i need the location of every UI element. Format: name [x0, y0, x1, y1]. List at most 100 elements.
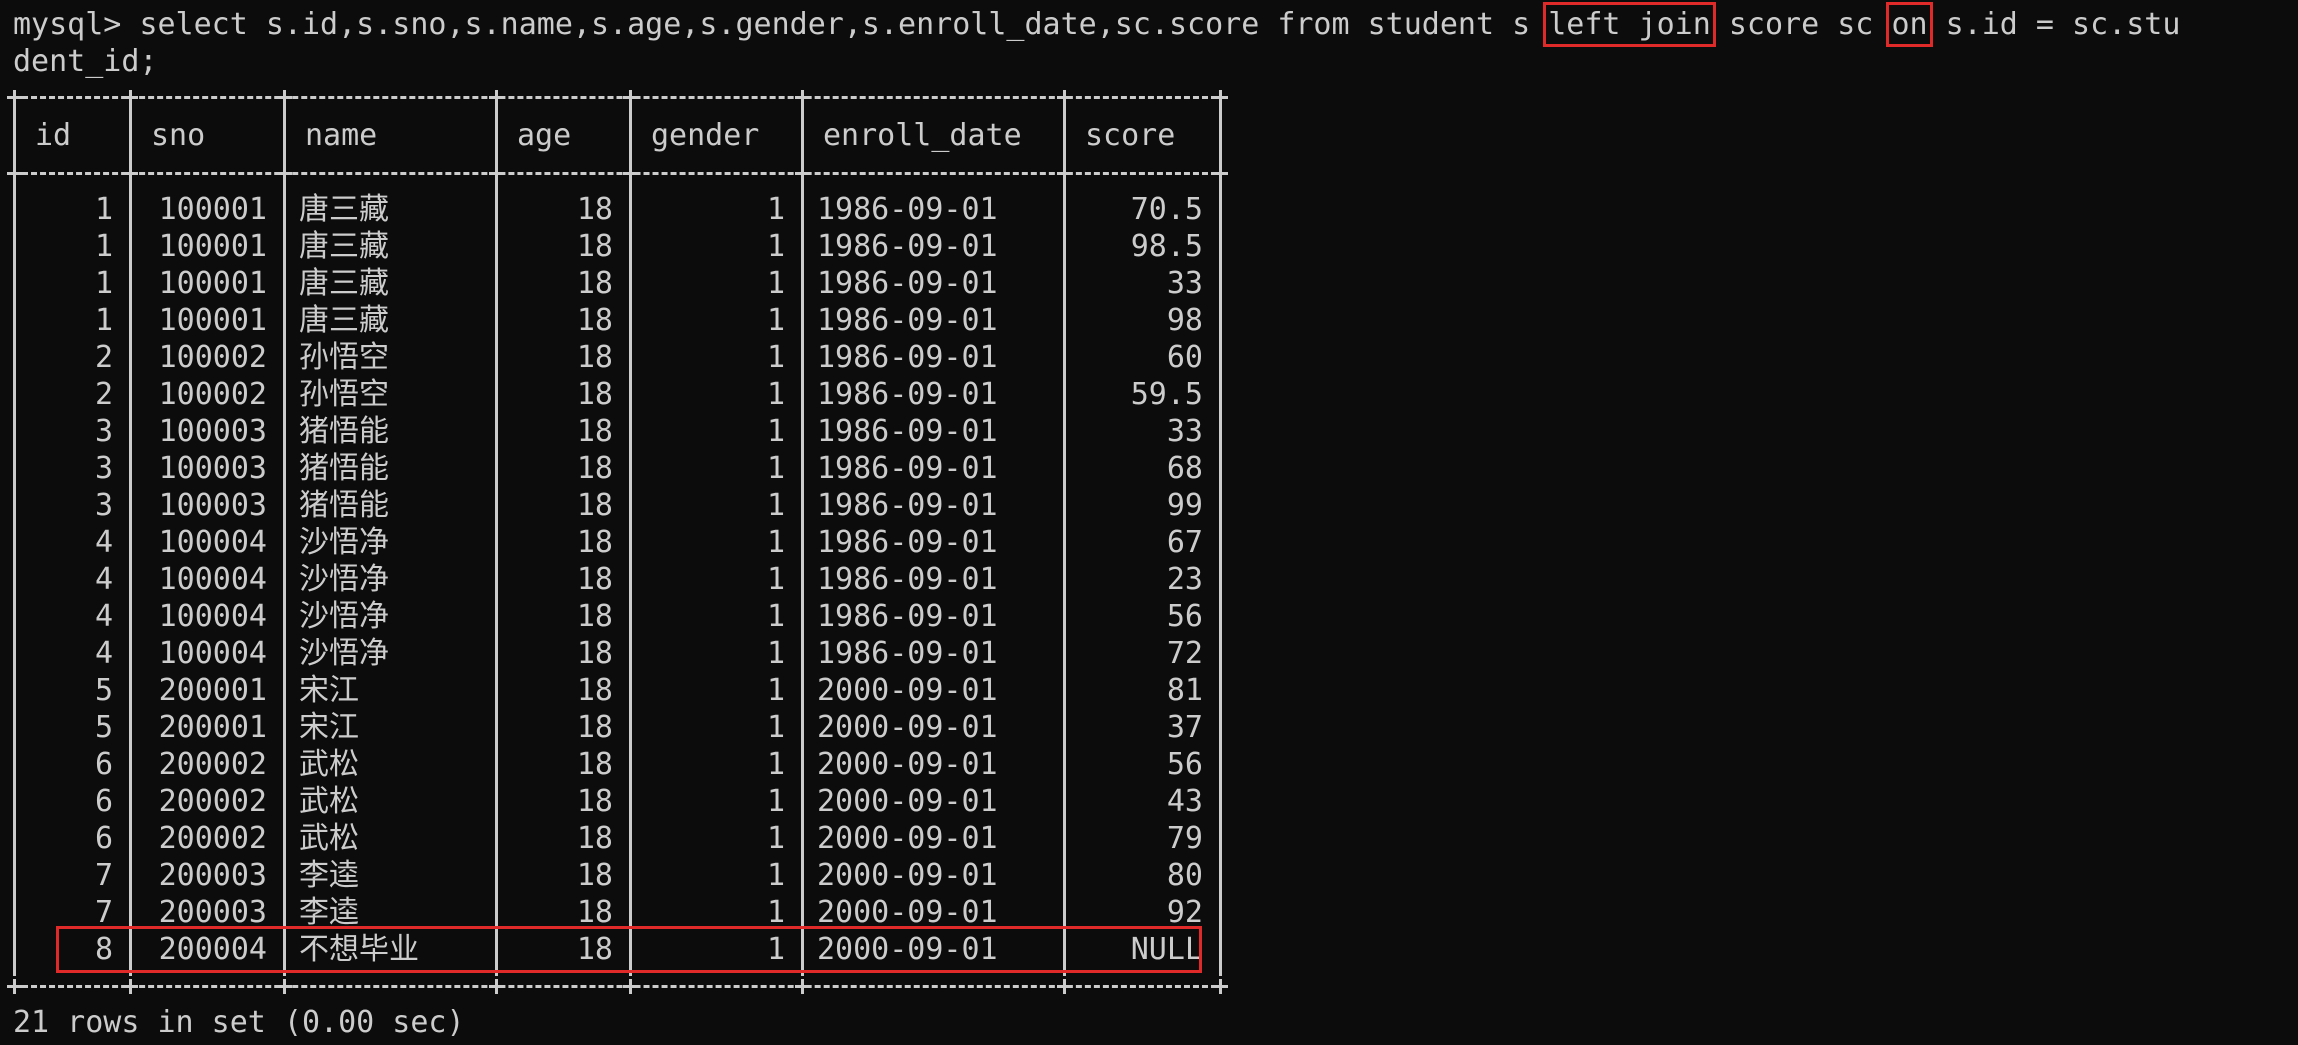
table-cell-score: 98.5	[1130, 229, 1203, 264]
table-cell-age: 18	[576, 488, 613, 523]
table-cell-gender: 1	[766, 229, 785, 264]
column-header-age: age	[517, 118, 572, 153]
table-column-separator	[495, 105, 498, 976]
table-border-joint	[7, 90, 22, 105]
result-summary: 21 rows in set (0.00 sec)	[13, 1005, 465, 1040]
table-cell-gender: 1	[766, 340, 785, 375]
table-cell-score: 33	[1166, 266, 1203, 301]
table-cell-enroll-date: 2000-09-01	[817, 747, 998, 782]
table-cell-age: 18	[576, 340, 613, 375]
table-cell-score: 33	[1166, 414, 1203, 449]
table-cell-score: 56	[1166, 747, 1203, 782]
table-cell-name: 唐三藏	[299, 266, 389, 301]
table-column-separator	[1219, 105, 1222, 976]
table-cell-sno: 100004	[158, 562, 267, 597]
table-cell-enroll-date: 1986-09-01	[817, 377, 998, 412]
on-keyword-highlight: on	[1886, 2, 1933, 47]
table-cell-score: 59.5	[1130, 377, 1203, 412]
table-cell-name: 孙悟空	[299, 377, 389, 412]
table-cell-score: 37	[1166, 710, 1203, 745]
table-cell-id: 6	[94, 784, 113, 819]
command-line: mysql> select s.id,s.sno,s.name,s.age,s.…	[13, 2, 2181, 47]
table-cell-score: 99	[1166, 488, 1203, 523]
table-cell-age: 18	[576, 599, 613, 634]
table-cell-enroll-date: 1986-09-01	[817, 303, 998, 338]
table-cell-name: 孙悟空	[299, 340, 389, 375]
table-cell-id: 4	[94, 599, 113, 634]
column-header-score: score	[1085, 118, 1176, 153]
table-cell-id: 3	[94, 414, 113, 449]
table-cell-gender: 1	[766, 377, 785, 412]
table-cell-age: 18	[576, 636, 613, 671]
table-cell-age: 18	[576, 303, 613, 338]
terminal-window[interactable]: mysql> select s.id,s.sno,s.name,s.age,s.…	[0, 0, 2298, 1045]
table-cell-enroll-date: 1986-09-01	[817, 562, 998, 597]
table-cell-age: 18	[576, 858, 613, 893]
table-column-separator	[13, 105, 16, 976]
table-border-joint	[7, 979, 22, 994]
table-cell-sno: 100001	[158, 303, 267, 338]
table-border-joint	[1057, 979, 1072, 994]
table-cell-id: 1	[94, 303, 113, 338]
table-cell-name: 猪悟能	[299, 451, 389, 486]
table-cell-age: 18	[576, 525, 613, 560]
table-cell-score: 56	[1166, 599, 1203, 634]
command-line-wrap: dent_id;	[13, 44, 158, 79]
table-cell-sno: 100001	[158, 266, 267, 301]
table-cell-name: 沙悟净	[299, 599, 389, 634]
table-cell-name: 宋江	[299, 673, 359, 708]
table-cell-sno: 100003	[158, 414, 267, 449]
table-cell-sno: 100004	[158, 599, 267, 634]
table-border-joint	[795, 979, 810, 994]
table-cell-gender: 1	[766, 414, 785, 449]
table-cell-score: 81	[1166, 673, 1203, 708]
table-cell-score: 67	[1166, 525, 1203, 560]
table-cell-age: 18	[576, 673, 613, 708]
table-cell-gender: 1	[766, 562, 785, 597]
table-cell-score: 23	[1166, 562, 1203, 597]
table-cell-sno: 100003	[158, 488, 267, 523]
table-cell-sno: 200001	[158, 710, 267, 745]
table-cell-enroll-date: 1986-09-01	[817, 414, 998, 449]
table-cell-sno: 200002	[158, 784, 267, 819]
table-cell-age: 18	[576, 710, 613, 745]
left-join-keyword-highlight: left join	[1543, 2, 1716, 47]
table-cell-name: 李逵	[299, 858, 359, 893]
table-cell-enroll-date: 1986-09-01	[817, 636, 998, 671]
table-cell-score: 70.5	[1130, 192, 1203, 227]
table-border-joint	[1057, 90, 1072, 105]
table-cell-sno: 100003	[158, 451, 267, 486]
table-cell-gender: 1	[766, 636, 785, 671]
table-cell-gender: 1	[766, 784, 785, 819]
table-cell-id: 4	[94, 525, 113, 560]
table-cell-sno: 200001	[158, 673, 267, 708]
table-cell-score: 60	[1166, 340, 1203, 375]
table-cell-age: 18	[576, 451, 613, 486]
table-border-joint	[123, 90, 138, 105]
table-cell-sno: 100001	[158, 192, 267, 227]
table-cell-enroll-date: 1986-09-01	[817, 599, 998, 634]
table-cell-id: 7	[94, 858, 113, 893]
table-cell-id: 4	[94, 562, 113, 597]
table-cell-id: 6	[94, 821, 113, 856]
table-cell-enroll-date: 1986-09-01	[817, 525, 998, 560]
table-cell-enroll-date: 1986-09-01	[817, 340, 998, 375]
column-header-gender: gender	[651, 118, 760, 153]
sql-join-condition: s.id = sc.stu	[1945, 7, 2181, 42]
table-cell-id: 4	[94, 636, 113, 671]
table-cell-score: 98	[1166, 303, 1203, 338]
table-cell-gender: 1	[766, 821, 785, 856]
table-cell-gender: 1	[766, 599, 785, 634]
table-border-rule	[13, 172, 1226, 175]
table-border-joint	[623, 979, 638, 994]
table-cell-gender: 1	[766, 192, 785, 227]
table-cell-enroll-date: 1986-09-01	[817, 266, 998, 301]
table-cell-gender: 1	[766, 710, 785, 745]
table-cell-name: 唐三藏	[299, 192, 389, 227]
table-cell-id: 1	[94, 229, 113, 264]
table-border-joint	[489, 979, 504, 994]
table-cell-sno: 100002	[158, 377, 267, 412]
table-cell-gender: 1	[766, 747, 785, 782]
table-border-rule	[13, 985, 1226, 988]
table-cell-id: 6	[94, 747, 113, 782]
